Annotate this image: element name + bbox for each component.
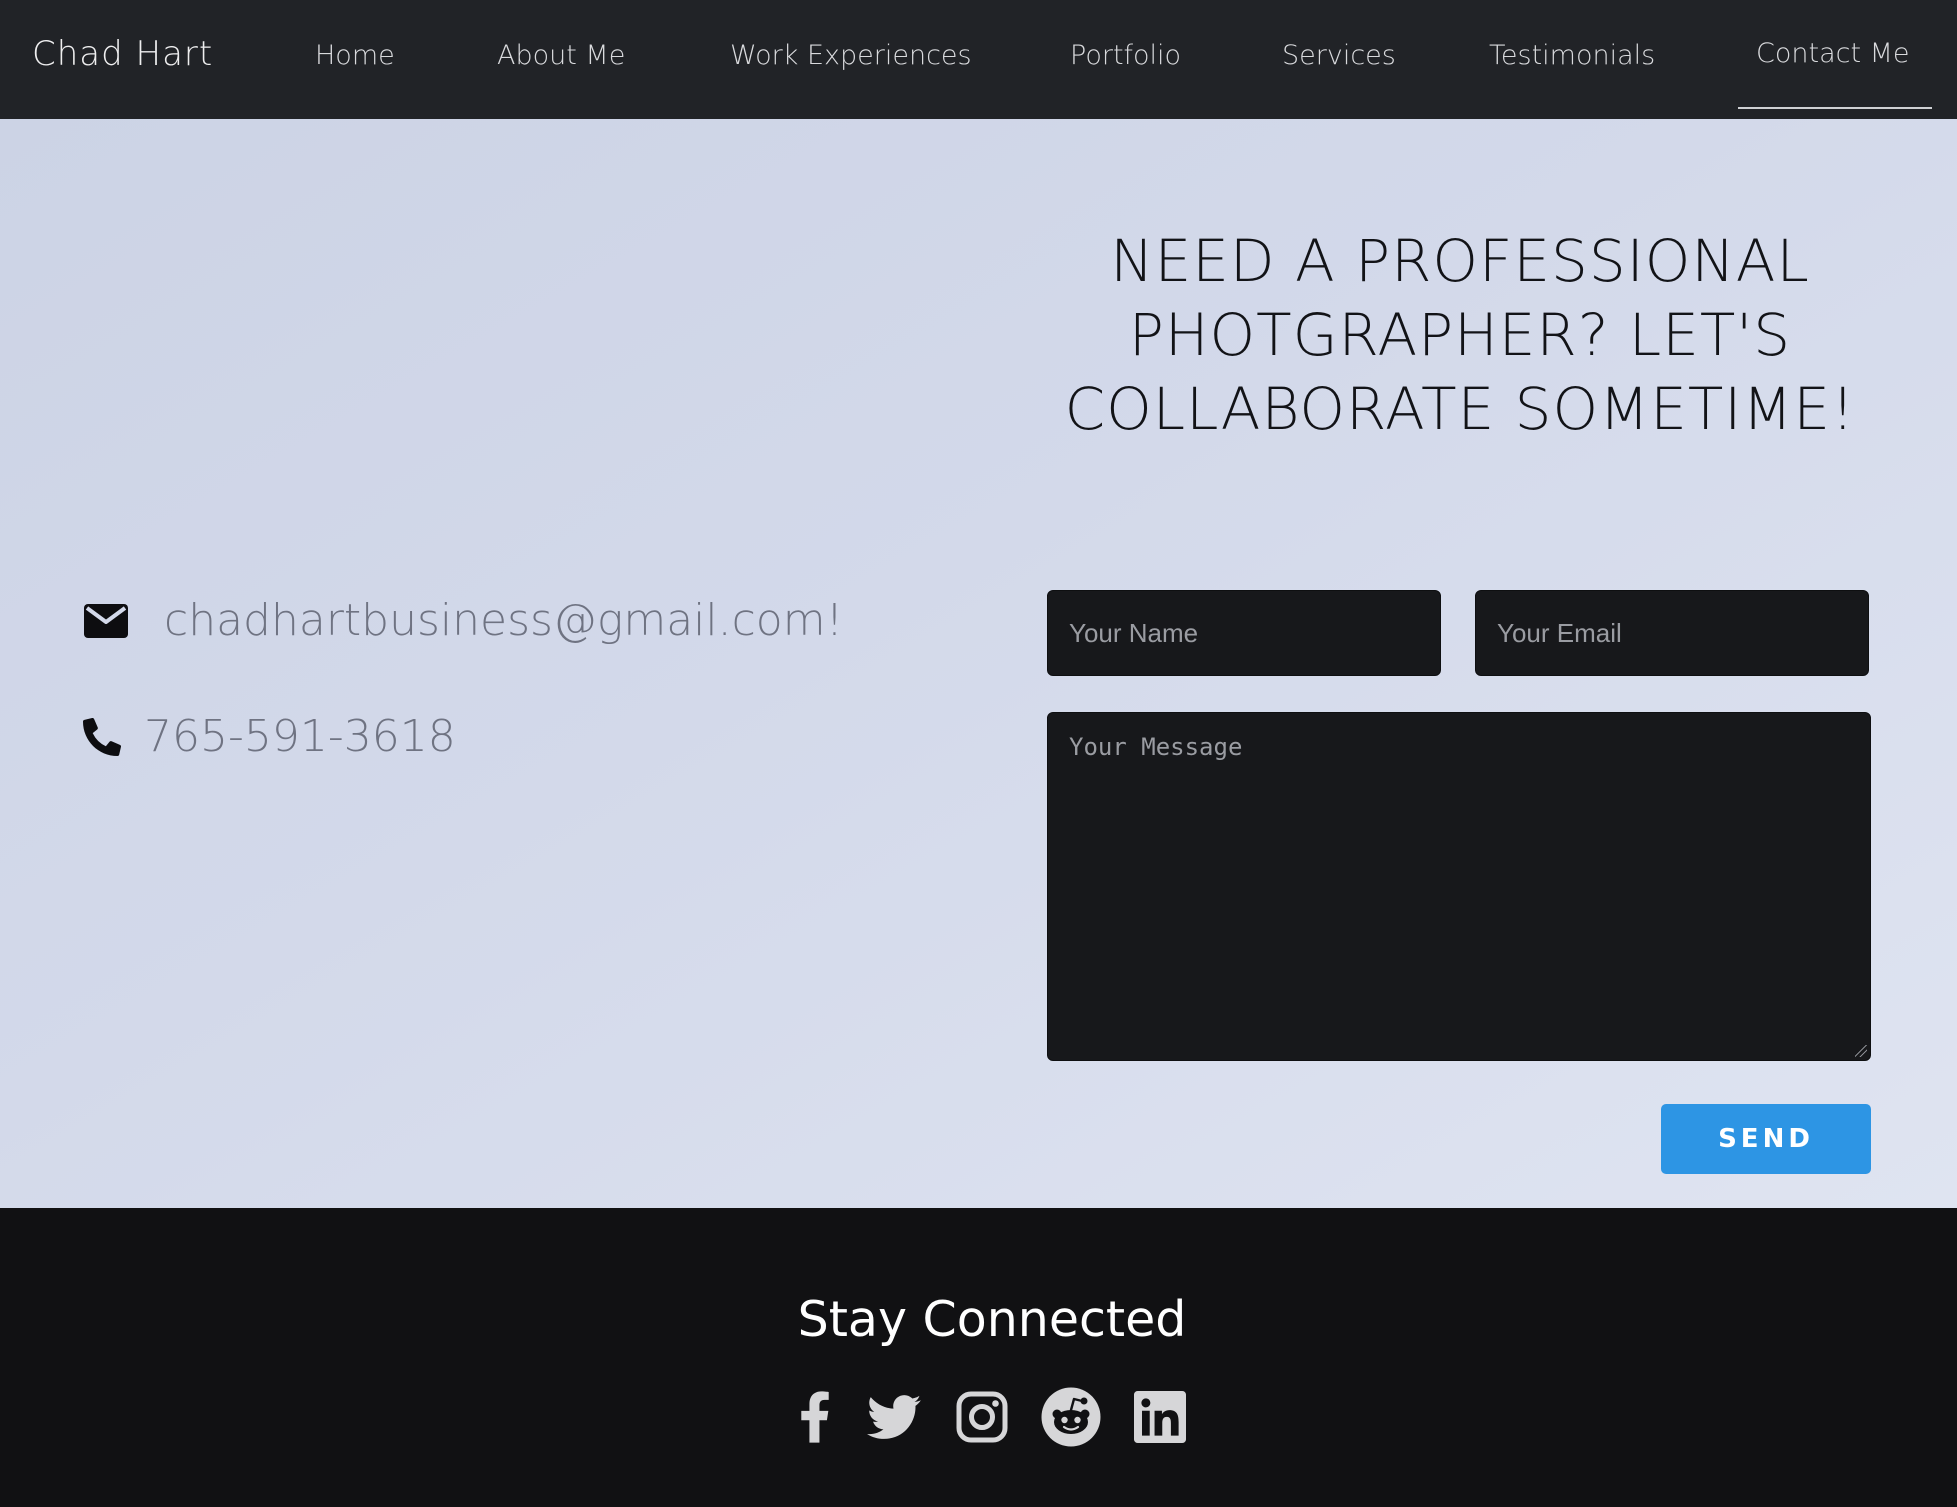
message-textarea[interactable]: Your Message [1047, 712, 1871, 1061]
facebook-icon[interactable] [798, 1386, 832, 1448]
nav-item-testimonials[interactable]: Testimonials [1489, 40, 1655, 71]
top-navbar: Chad Hart Home About Me Work Experiences… [0, 0, 1957, 119]
contact-phone-number[interactable]: 765-591-3618 [144, 711, 456, 762]
active-nav-underline [1738, 107, 1932, 109]
nav-item-services[interactable]: Services [1282, 40, 1396, 71]
footer-title: Stay Connected [797, 1291, 1187, 1348]
contact-headline: NEED A PROFESSIONAL PHOTGRAPHER? LET'S C… [1064, 227, 1856, 443]
nav-item-home[interactable]: Home [315, 40, 395, 71]
instagram-icon[interactable] [954, 1386, 1010, 1448]
message-textarea-placeholder: Your Message [1069, 733, 1243, 761]
email-input[interactable]: Your Email [1475, 590, 1869, 676]
name-input-placeholder: Your Name [1069, 617, 1199, 648]
send-button[interactable]: SEND [1661, 1104, 1871, 1174]
nav-item-work-experiences[interactable]: Work Experiences [730, 40, 972, 71]
email-info: chadhartbusiness@gmail.com! [82, 595, 843, 646]
nav-item-portfolio[interactable]: Portfolio [1070, 40, 1181, 71]
brand-logo[interactable]: Chad Hart [32, 34, 213, 74]
name-input[interactable]: Your Name [1047, 590, 1441, 676]
linkedin-icon[interactable] [1132, 1386, 1188, 1448]
nav-item-about-me[interactable]: About Me [497, 40, 625, 71]
textarea-resize-handle[interactable] [1855, 1045, 1867, 1057]
email-input-placeholder: Your Email [1497, 617, 1622, 648]
twitter-icon[interactable] [866, 1386, 922, 1448]
nav-item-contact-me[interactable]: Contact Me [1756, 38, 1910, 69]
phone-icon [82, 717, 122, 757]
reddit-icon[interactable] [1040, 1386, 1102, 1448]
contact-email-link[interactable]: chadhartbusiness@gmail.com! [164, 595, 843, 646]
contact-section: NEED A PROFESSIONAL PHOTGRAPHER? LET'S C… [0, 119, 1957, 1208]
envelope-icon [82, 601, 130, 641]
footer: Stay Connected [0, 1208, 1957, 1507]
phone-info: 765-591-3618 [82, 711, 456, 762]
